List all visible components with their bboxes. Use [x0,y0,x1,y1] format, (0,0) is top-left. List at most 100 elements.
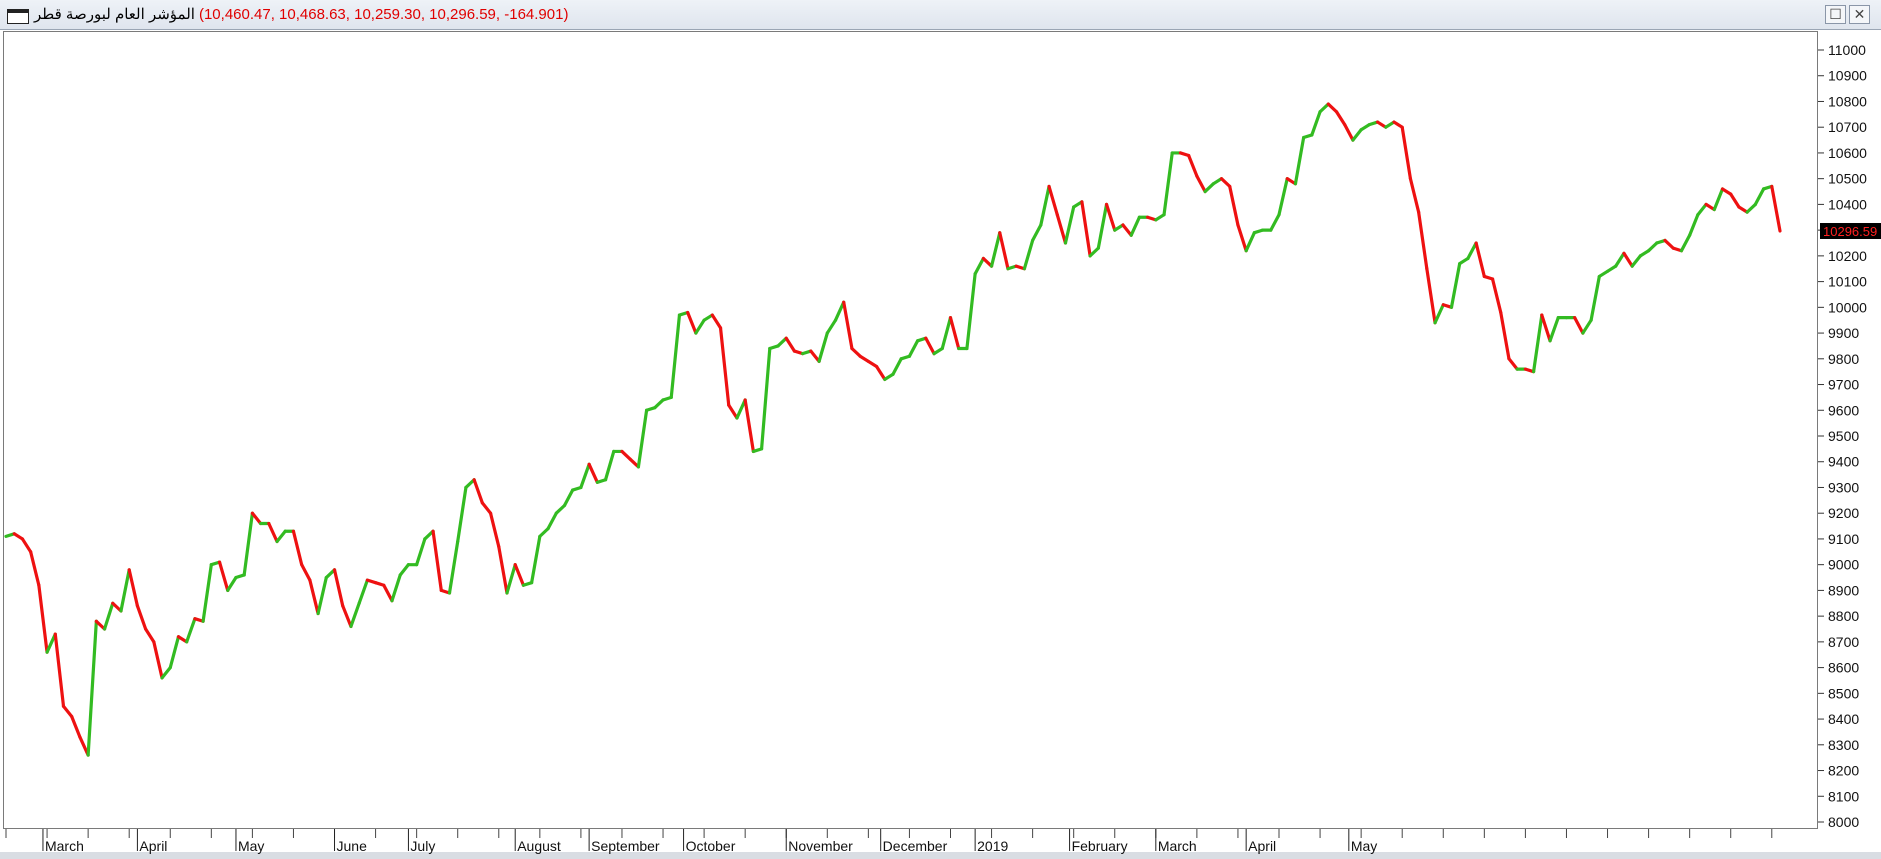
x-month-label: December [883,838,948,854]
price-segment-up [1532,313,1544,374]
y-tick-label: 8200 [1828,763,1859,779]
y-tick-label: 10400 [1828,196,1867,212]
price-segment-up [456,485,468,544]
price-segment-down [1326,102,1339,114]
price-segment-up [1712,187,1725,212]
price-segment-down [620,449,632,461]
x-month-label: April [139,838,167,854]
y-tick-label: 10900 [1828,68,1867,84]
price-segment-down [850,346,862,358]
y-tick-label: 9300 [1828,479,1859,495]
y-tick-label: 10800 [1828,93,1867,109]
price-segment-down [1499,310,1511,361]
price-segment-up [833,300,846,322]
price-segment-down [842,300,854,351]
price-segment-down [1490,277,1503,315]
price-segment-down [718,326,731,407]
price-segment-up [579,462,591,490]
x-month-label: 2019 [977,838,1008,854]
y-tick-label: 8300 [1828,737,1859,753]
price-segment-down [686,310,698,335]
y-tick-label: 8100 [1828,788,1859,804]
price-segment-up [415,537,427,567]
price-segment-down [135,604,148,631]
x-month-label: September [591,838,660,854]
price-segment-up [390,573,402,603]
price-segment-down [1663,238,1675,250]
price-segment-up [316,575,328,616]
price-chart[interactable]: 8000 8100 8200 8300 8400 8500 8600 8700 8800 8900… [0,0,1881,859]
price-segment-up [1022,238,1035,271]
y-tick-label: 8600 [1828,660,1859,676]
x-month-label: August [517,838,561,854]
price-segment-up [1129,215,1141,237]
price-segment-up [119,568,131,613]
price-segment-up [965,272,977,351]
price-segment-down [513,563,526,587]
price-segment-up [989,231,1002,268]
last-value-label: 10296.59 [1823,224,1877,239]
price-segment-down [144,627,156,644]
y-tick-label: 9000 [1828,557,1859,573]
price-segment-up [505,563,517,595]
price-segment-down [37,583,49,654]
price-segment-down [1540,313,1552,343]
price-segment-up [562,488,575,508]
price-segment-down [431,529,443,593]
price-segment-up [226,575,238,593]
price-segment-down [332,568,345,608]
price-segment-up [398,563,411,577]
price-segment-down [61,704,74,719]
x-month-label: March [1158,838,1197,854]
price-segment-up [817,331,829,363]
price-segment-down [382,583,394,603]
y-tick-label: 8700 [1828,634,1859,650]
price-segment-down [874,364,887,381]
price-segment-down [1507,357,1519,371]
price-segment-up [973,256,985,276]
price-segment-down [1187,153,1199,178]
price-segment-up [1589,274,1601,322]
price-segment-up [168,635,181,670]
price-segment-up [940,316,953,351]
price-segment-down [1047,184,1059,217]
price-segment-down [809,349,821,363]
y-tick-label: 9600 [1828,402,1859,418]
price-segment-up [1646,241,1659,253]
x-month-label: June [337,838,368,854]
y-tick-label: 10600 [1828,145,1867,161]
x-month-label: May [238,838,264,854]
price-segment-down [1400,125,1413,181]
price-segment-down [300,563,312,582]
y-tick-label: 9400 [1828,454,1859,470]
y-tick-label: 9100 [1828,531,1859,547]
x-month-label: April [1248,838,1276,854]
price-segment-down [480,501,493,515]
price-segment-down [1417,210,1429,271]
price-segment-up [1293,135,1306,186]
x-month-label: March [45,838,84,854]
price-segment-down [784,336,797,353]
price-segment-up [102,601,115,631]
price-segment-down [29,550,41,587]
price-segment-up [1696,202,1708,217]
x-month-label: July [410,838,435,854]
price-segment-up [1466,241,1478,261]
price-segment-up [1031,223,1043,243]
price-segment-down [1770,184,1782,233]
price-segment-up [1433,303,1445,325]
y-tick-label: 10500 [1828,171,1867,187]
y-tick-label: 11000 [1828,42,1866,58]
y-tick-label: 9500 [1828,428,1859,444]
y-tick-label: 9200 [1828,505,1859,521]
price-segment-up [1203,182,1215,194]
price-segment-down [20,537,33,554]
price-segment-down [472,478,484,505]
price-segment-up [554,503,567,515]
price-segment-down [217,560,230,593]
price-segment-up [735,398,747,420]
price-segment-down [127,568,140,608]
price-segment-up [776,336,788,348]
y-tick-label: 10200 [1828,248,1867,264]
price-segment-down [743,398,755,454]
